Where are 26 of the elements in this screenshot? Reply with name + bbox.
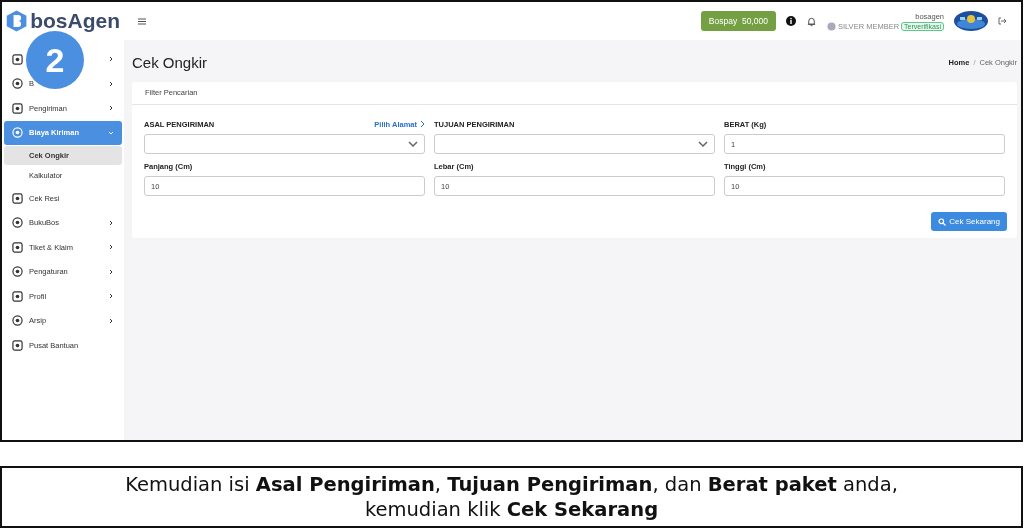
menu-icon[interactable] <box>12 53 23 65</box>
menu-icon <box>12 78 23 90</box>
page-title: Cek Ongkir <box>132 53 208 71</box>
select-field[interactable] <box>144 134 425 154</box>
info-icon[interactable] <box>785 16 796 26</box>
chevron-down-icon <box>698 141 708 147</box>
menu-icon <box>12 315 23 327</box>
menu-icon <box>12 192 23 204</box>
caption-text: Kemudian isi Asal Pengiriman, Tujuan Pengiriman, dan Berat paket anda, kemudian klik Cek Sekarang <box>0 466 1023 528</box>
menu-icon <box>12 127 23 139</box>
bell-icon[interactable] <box>805 15 817 27</box>
chevron-down-icon <box>408 141 418 147</box>
logout-icon[interactable] <box>998 17 1007 25</box>
menu-icon <box>12 266 23 278</box>
menu-icon <box>12 290 23 302</box>
menu-icon <box>12 339 23 351</box>
menu-icon <box>12 241 23 253</box>
check-now-button[interactable]: Cek Sekarang <box>931 212 1007 231</box>
search-icon <box>938 217 947 226</box>
menu-icon[interactable] <box>138 17 146 25</box>
logo-text: bosAgen <box>30 9 120 33</box>
chevron-right-icon <box>420 120 425 128</box>
medal-icon <box>826 21 836 31</box>
menu-icon <box>12 217 23 229</box>
menu-icon <box>12 102 23 114</box>
select-field[interactable] <box>434 134 715 154</box>
